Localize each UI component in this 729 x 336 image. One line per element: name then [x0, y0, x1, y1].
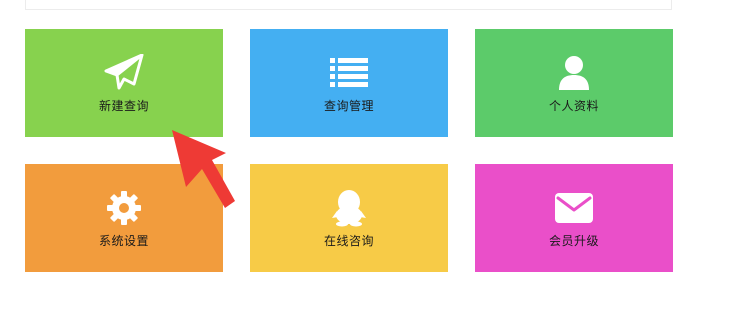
top-panel	[25, 0, 672, 10]
tile-label: 在线咨询	[323, 234, 374, 248]
list-icon	[329, 53, 369, 93]
tile-profile[interactable]: 个人资料	[475, 29, 673, 137]
tile-label: 系统设置	[98, 234, 149, 248]
tile-label: 新建查询	[98, 99, 149, 113]
tile-online-consult[interactable]: 在线咨询	[250, 164, 448, 272]
tile-new-query[interactable]: 新建查询	[25, 29, 223, 137]
user-icon	[554, 53, 594, 93]
paper-plane-icon	[104, 53, 144, 93]
qq-penguin-icon	[329, 188, 369, 228]
envelope-icon	[554, 188, 594, 228]
tile-system-settings[interactable]: 系统设置	[25, 164, 223, 272]
gear-icon	[104, 188, 144, 228]
tile-label: 个人资料	[548, 99, 599, 113]
dashboard-page: 新建查询 查询管理 个人资料 系统设置 在线咨询 会员升级	[0, 0, 729, 336]
tile-label: 会员升级	[548, 234, 599, 248]
tile-query-management[interactable]: 查询管理	[250, 29, 448, 137]
tile-membership-upgrade[interactable]: 会员升级	[475, 164, 673, 272]
tile-label: 查询管理	[323, 99, 374, 113]
